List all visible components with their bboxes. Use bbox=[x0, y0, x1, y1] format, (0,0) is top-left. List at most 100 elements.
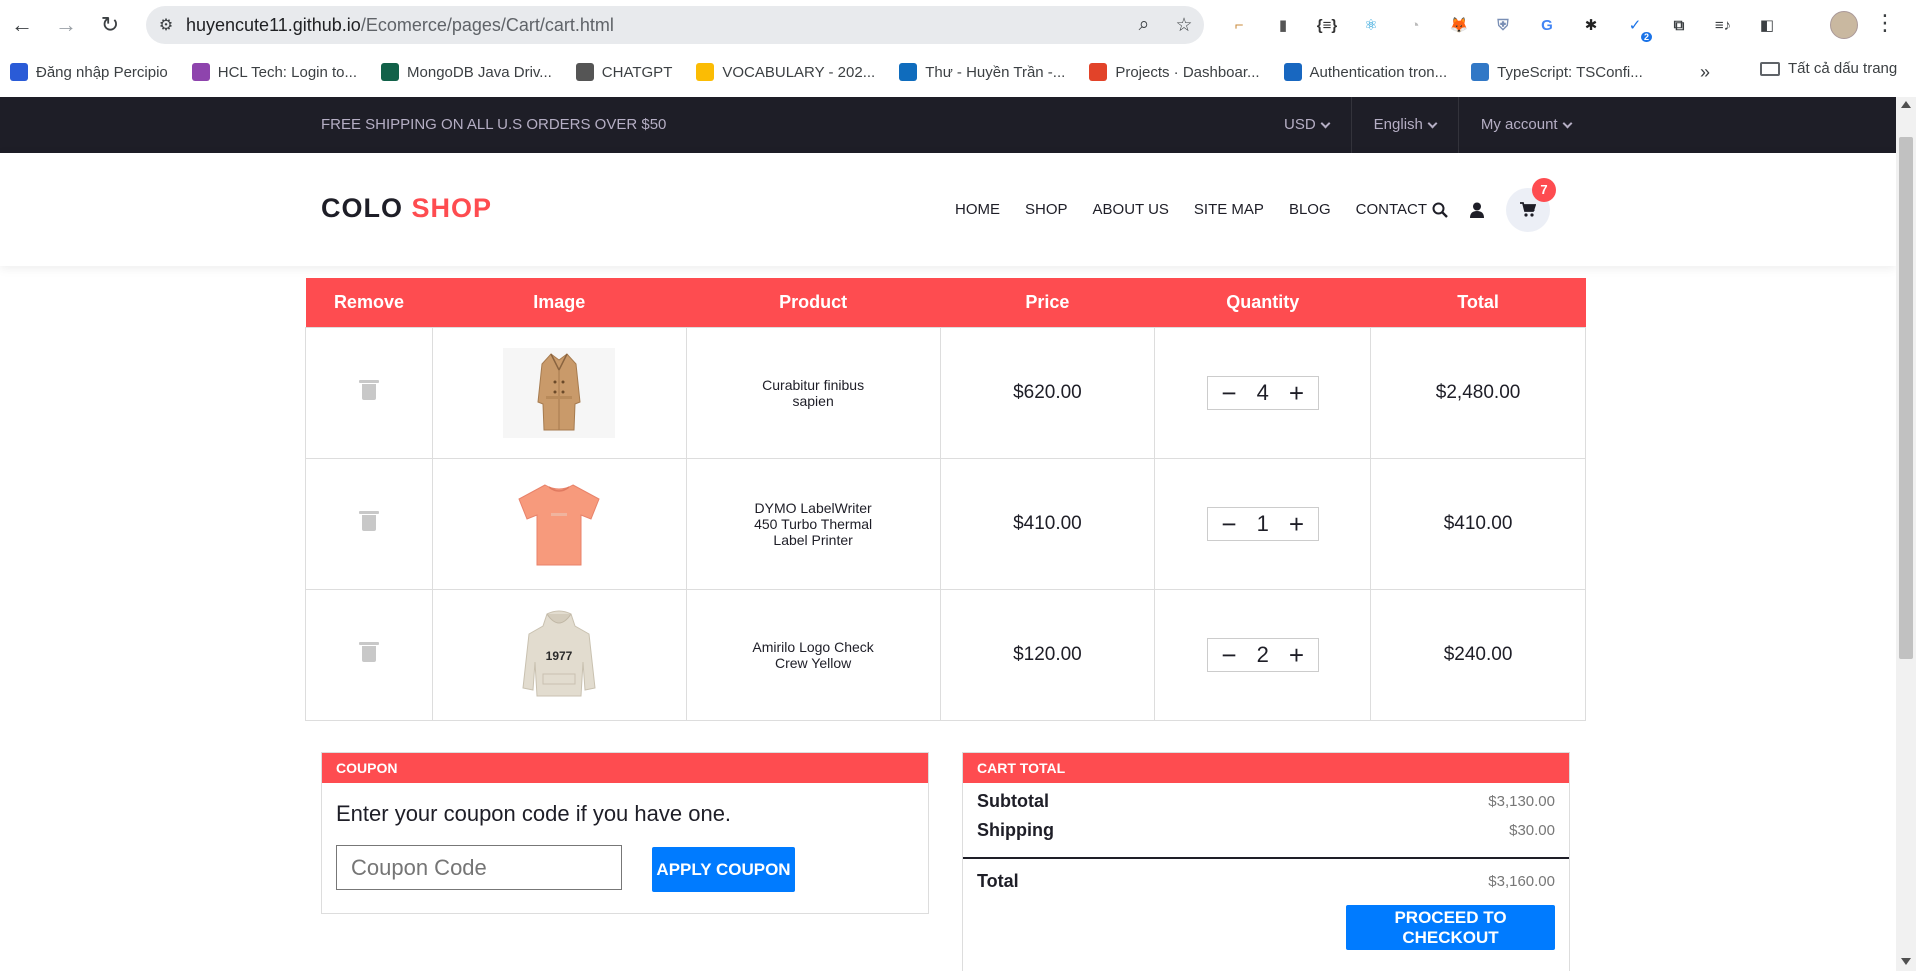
header-total: Total bbox=[1370, 278, 1586, 327]
cart-button[interactable]: 7 bbox=[1506, 177, 1556, 232]
account-dropdown[interactable]: My account bbox=[1457, 97, 1593, 153]
extension-icon[interactable]: ◧ bbox=[1748, 10, 1786, 40]
cart-count-badge: 7 bbox=[1532, 177, 1556, 202]
apply-coupon-button[interactable]: APPLY COUPON bbox=[652, 847, 795, 892]
profile-avatar[interactable] bbox=[1830, 11, 1858, 39]
subtotal-label: Subtotal bbox=[977, 791, 1049, 811]
extension-icon[interactable]: {≡} bbox=[1308, 10, 1346, 40]
address-bar[interactable]: ⚙ huyencute11.github.io/Ecomerce/pages/C… bbox=[146, 6, 1204, 44]
product-cell: Amirilo Logo Check Crew Yellow bbox=[685, 588, 941, 721]
totals-divider bbox=[963, 857, 1569, 859]
hcl-icon bbox=[191, 63, 210, 81]
line-total: $2,480.00 bbox=[1435, 381, 1521, 403]
nav-link-home[interactable]: HOME bbox=[955, 201, 1000, 218]
user-icon[interactable] bbox=[1470, 202, 1484, 218]
quantity-cell: − 2 + bbox=[1154, 588, 1372, 721]
extension-icon[interactable]: ✱ bbox=[1572, 10, 1610, 40]
plus-icon[interactable]: + bbox=[1281, 640, 1311, 670]
currency-dropdown[interactable]: USD bbox=[1262, 97, 1351, 153]
product-name[interactable]: DYMO LabelWriter 450 Turbo Thermal Label… bbox=[748, 500, 878, 548]
extension-badge: 2 bbox=[1640, 32, 1652, 42]
nav-link-site-map[interactable]: SITE MAP bbox=[1194, 201, 1264, 218]
extension-icon[interactable]: 🦊 bbox=[1440, 10, 1478, 40]
image-cell: 1977 bbox=[431, 588, 687, 721]
bookmark-item[interactable]: TypeScript: TSConfi... bbox=[1471, 63, 1643, 81]
bookmark-star-icon[interactable]: ☆ bbox=[1164, 14, 1204, 37]
minus-icon[interactable]: − bbox=[1214, 509, 1244, 539]
total-cell: $2,480.00 bbox=[1370, 326, 1586, 459]
bookmarks-overflow-icon[interactable]: » bbox=[1700, 62, 1710, 83]
scroll-thumb[interactable] bbox=[1899, 137, 1913, 659]
forward-icon[interactable]: → bbox=[44, 0, 88, 50]
top-menu: USD English My account bbox=[1262, 97, 1593, 153]
bookmark-item[interactable]: CHATGPT bbox=[575, 63, 672, 81]
product-image bbox=[503, 478, 616, 569]
bookmark-item[interactable]: MongoDB Java Driv... bbox=[381, 63, 552, 81]
bookmark-label: Đăng nhập Percipio bbox=[36, 63, 168, 81]
extension-icon[interactable]: ⌐ bbox=[1220, 10, 1258, 40]
chevron-down-icon bbox=[1320, 118, 1331, 128]
all-bookmarks-folder[interactable]: Tất cả dấu trang bbox=[1760, 60, 1897, 77]
top-bar: FREE SHIPPING ON ALL U.S ORDERS OVER $50… bbox=[0, 97, 1896, 153]
bookmark-item[interactable]: Authentication tron... bbox=[1283, 63, 1447, 81]
plus-icon[interactable]: + bbox=[1281, 378, 1311, 408]
bookmark-item[interactable]: VOCABULARY - 202... bbox=[696, 63, 875, 81]
remove-cell bbox=[305, 326, 433, 459]
plus-icon[interactable]: + bbox=[1281, 509, 1311, 539]
language-dropdown[interactable]: English bbox=[1350, 97, 1458, 153]
minus-icon[interactable]: − bbox=[1214, 378, 1244, 408]
nav-link-shop[interactable]: SHOP bbox=[1025, 201, 1068, 218]
extension-icon[interactable]: ✓ 2 bbox=[1616, 10, 1654, 42]
google-drive-icon bbox=[696, 63, 715, 81]
table-row: Curabitur finibus sapien $620.00 − 4 + $… bbox=[305, 326, 1586, 459]
extension-icon[interactable]: ◔ bbox=[1396, 10, 1434, 40]
extension-icon[interactable]: ⧉ bbox=[1660, 10, 1698, 40]
scroll-down-icon[interactable] bbox=[1901, 958, 1911, 965]
extension-icon[interactable]: ▮ bbox=[1264, 10, 1302, 40]
extension-icon[interactable]: ⚛ bbox=[1352, 10, 1390, 40]
bookmark-label: Projects · Dashboar... bbox=[1115, 63, 1260, 81]
product-name[interactable]: Curabitur finibus sapien bbox=[748, 377, 878, 409]
nav-link-blog[interactable]: BLOG bbox=[1289, 201, 1331, 218]
extension-icon[interactable]: G bbox=[1528, 10, 1566, 40]
bookmark-item[interactable]: Thư - Huyền Trần -... bbox=[899, 63, 1065, 81]
extensions-bar: ⌐ ▮ {≡} ⚛ ◔ 🦊 ⛨ G ✱ ✓ 2 ⧉ ≡♪ ◧ bbox=[1220, 10, 1786, 42]
bookmark-item[interactable]: Projects · Dashboar... bbox=[1089, 63, 1260, 81]
zoom-icon[interactable]: ⌕ bbox=[1124, 14, 1164, 36]
coat-image bbox=[537, 352, 581, 430]
bookmark-label: Thư - Huyền Trần -... bbox=[925, 63, 1066, 81]
total-cell: $240.00 bbox=[1370, 588, 1586, 721]
site-logo[interactable]: COLO SHOP bbox=[321, 193, 492, 224]
scroll-up-icon[interactable] bbox=[1901, 101, 1911, 108]
search-icon[interactable] bbox=[1432, 202, 1448, 218]
back-icon[interactable]: ← bbox=[0, 0, 44, 50]
coupon-code-input[interactable] bbox=[336, 845, 622, 890]
product-name[interactable]: Amirilo Logo Check Crew Yellow bbox=[748, 639, 878, 671]
url-text[interactable]: huyencute11.github.io/Ecomerce/pages/Car… bbox=[186, 15, 1124, 36]
trash-icon[interactable] bbox=[358, 642, 379, 662]
minus-icon[interactable]: − bbox=[1214, 640, 1244, 670]
price-cell: $120.00 bbox=[939, 588, 1156, 721]
page-scrollbar[interactable] bbox=[1896, 97, 1916, 971]
nav-link-about-us[interactable]: ABOUT US bbox=[1093, 201, 1169, 218]
nav-link-contact[interactable]: CONTACT bbox=[1356, 201, 1427, 218]
bookmark-item[interactable]: Đăng nhập Percipio bbox=[10, 63, 168, 81]
bookmark-label: VOCABULARY - 202... bbox=[722, 63, 876, 81]
bookmark-item[interactable]: HCL Tech: Login to... bbox=[191, 63, 357, 81]
mongodb-icon bbox=[381, 63, 400, 81]
cart-table-header: Remove Image Product Price Quantity Tota… bbox=[305, 278, 1586, 327]
price-cell: $410.00 bbox=[939, 457, 1156, 590]
reload-icon[interactable]: ↻ bbox=[88, 0, 132, 50]
proceed-to-checkout-button[interactable]: PROCEED TO CHECKOUT bbox=[1346, 905, 1555, 950]
chrome-menu-icon[interactable]: ⋮ bbox=[1874, 10, 1896, 36]
extension-icon[interactable]: ⛨ bbox=[1484, 10, 1522, 40]
extension-icon[interactable]: ≡♪ bbox=[1704, 10, 1742, 40]
main-navigation: COLO SHOP HOME SHOP ABOUT US SITE MAP BLOG CO… bbox=[0, 153, 1896, 266]
trash-icon[interactable] bbox=[358, 511, 379, 531]
site-info-icon[interactable]: ⚙ bbox=[146, 15, 186, 35]
free-shipping-text: FREE SHIPPING ON ALL U.S ORDERS OVER $50 bbox=[321, 116, 667, 133]
quantity-cell: − 4 + bbox=[1154, 326, 1372, 459]
chevron-down-icon bbox=[1562, 118, 1573, 128]
trash-icon[interactable] bbox=[358, 380, 379, 400]
nav-links: HOME SHOP ABOUT US SITE MAP BLOG CONTACT bbox=[955, 153, 1427, 266]
